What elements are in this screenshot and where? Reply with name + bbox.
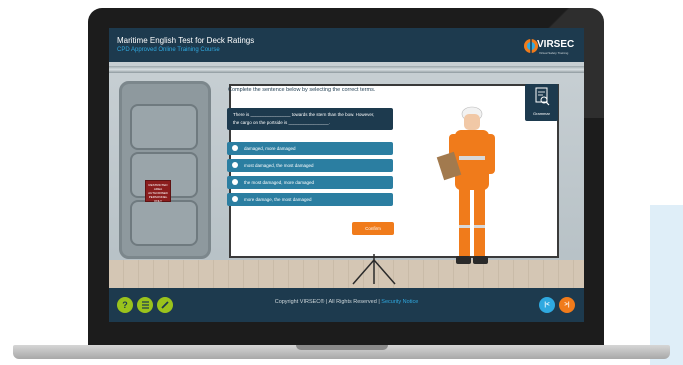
- wooden-floor: [109, 260, 584, 288]
- copyright-text: Copyright VIRSEC® | All Rights Reserved …: [274, 299, 382, 305]
- previous-button[interactable]: |<: [539, 297, 555, 313]
- deck-rating-character: [436, 106, 495, 264]
- confirm-button[interactable]: Confirm: [352, 222, 394, 235]
- question-line-2: the cargo on the portside is ___________…: [233, 120, 330, 125]
- glossary-label: Grammar: [533, 111, 550, 116]
- radio-button[interactable]: [232, 145, 238, 151]
- answer-option[interactable]: most damaged, the most damaged: [227, 159, 393, 172]
- question-instruction: Complete the sentence below by selecting…: [228, 87, 376, 93]
- course-footer: [109, 288, 584, 322]
- question-line-1: There is ________________ towards the st…: [233, 112, 375, 117]
- course-title: Maritime English Test for Deck Ratings: [117, 36, 255, 45]
- laptop-notch: [296, 345, 388, 350]
- document-search-icon: [535, 87, 550, 106]
- answer-option-label: most damaged, the most damaged: [244, 163, 314, 168]
- door-panel-bottom: [130, 200, 198, 246]
- background-accent-stripe: [650, 205, 683, 365]
- restricted-area-sign: RESTRICTED AREA AUTHORISED PERSONNEL ONL…: [145, 180, 171, 203]
- security-notice-link[interactable]: Security Notice: [381, 299, 418, 305]
- radio-button[interactable]: [232, 162, 238, 168]
- radio-button[interactable]: [232, 196, 238, 202]
- course-subtitle: CPD Approved Online Training Course: [117, 47, 220, 53]
- answer-option[interactable]: damaged, more damaged: [227, 142, 393, 155]
- course-screen: Maritime English Test for Deck Ratings C…: [109, 28, 584, 322]
- watertight-door: [119, 81, 211, 259]
- logo-text: VIRSEC: [537, 39, 575, 50]
- radio-button[interactable]: [232, 179, 238, 185]
- answer-option[interactable]: the most damaged, more damaged: [227, 176, 393, 189]
- answer-option-label: more damage, the most damaged: [244, 197, 312, 202]
- logo-subtext: Virtual Safety Training: [539, 51, 569, 55]
- answer-option-label: damaged, more damaged: [244, 146, 296, 151]
- answer-option[interactable]: more damage, the most damaged: [227, 193, 393, 206]
- answer-option-label: the most damaged, more damaged: [244, 180, 315, 185]
- tripod-stand-icon: [352, 254, 396, 285]
- door-panel-top: [130, 104, 198, 150]
- next-button[interactable]: >|: [559, 297, 575, 313]
- copyright-notice: Copyright VIRSEC® | All Rights Reserved …: [109, 299, 584, 305]
- course-header: Maritime English Test for Deck Ratings C…: [109, 28, 584, 62]
- overhead-pipe: [109, 66, 584, 73]
